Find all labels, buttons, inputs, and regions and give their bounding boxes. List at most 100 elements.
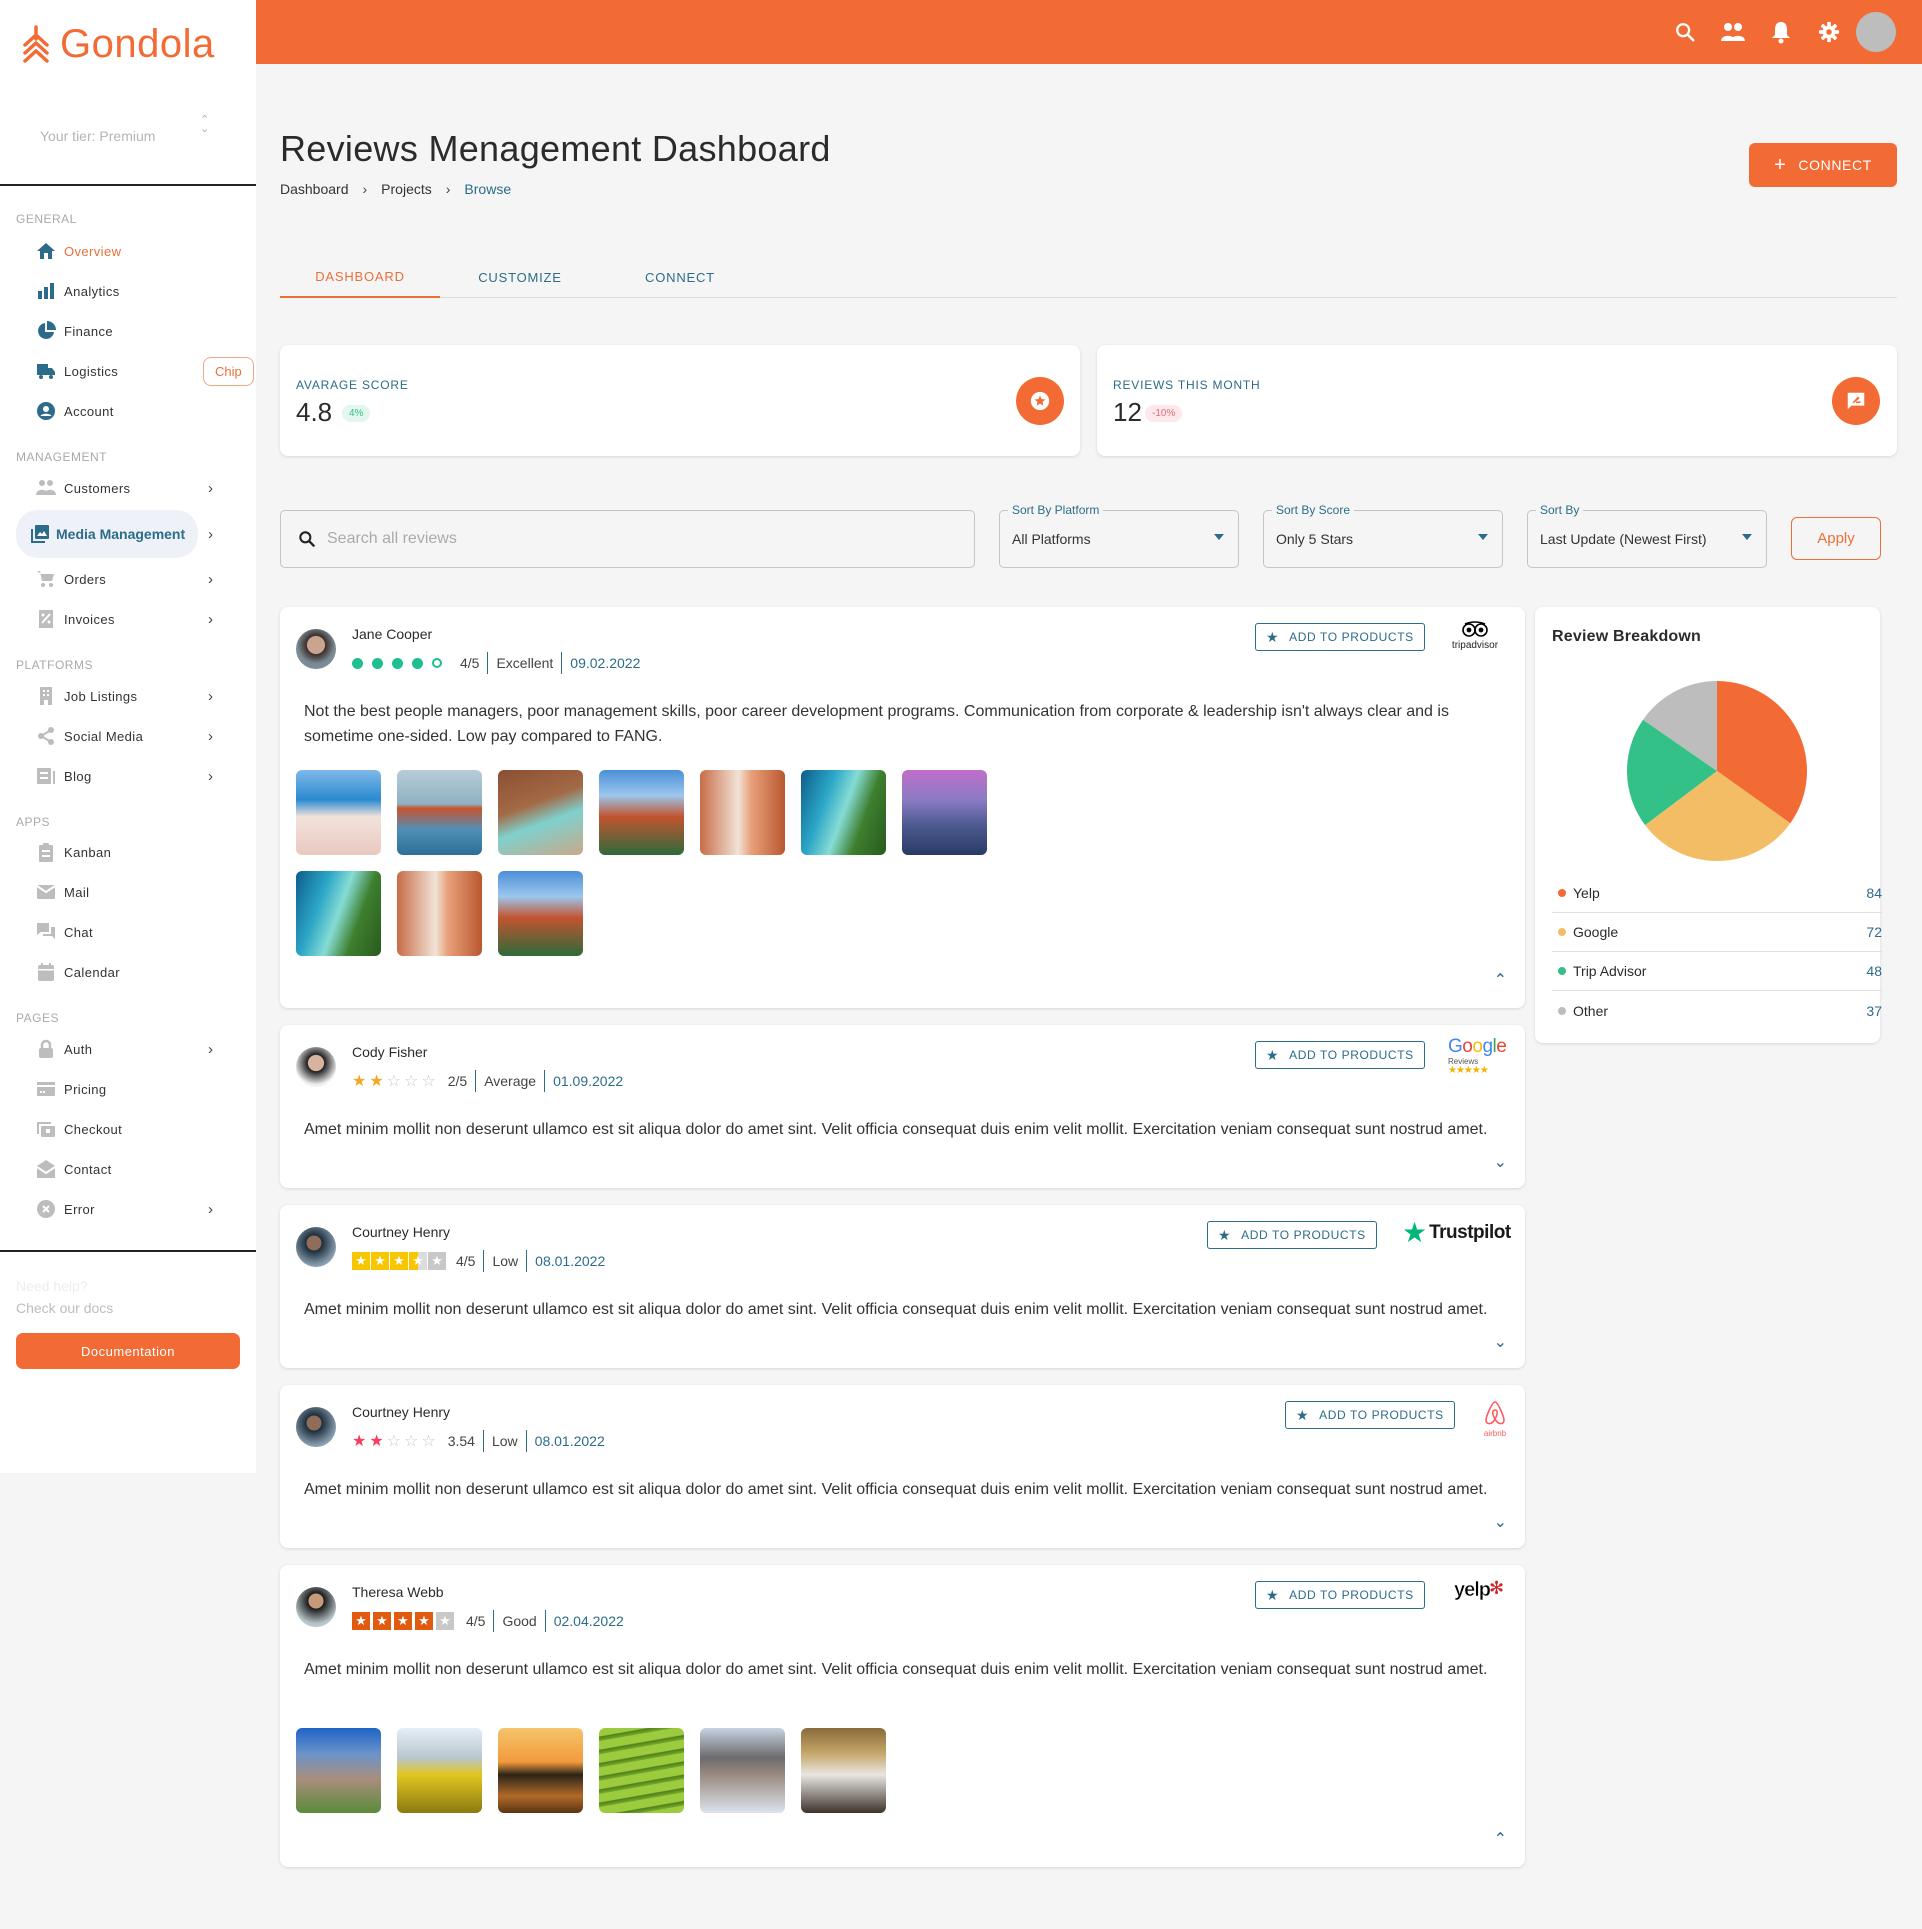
- sidebar-item-chat[interactable]: Chat: [16, 912, 240, 952]
- breakdown-pie-chart: [1627, 681, 1807, 861]
- review-photo-sunset-lake[interactable]: [498, 1728, 583, 1813]
- sidebar-item-label: Mail: [64, 884, 90, 900]
- score-select[interactable]: Sort By Score Only 5 Stars: [1263, 503, 1503, 568]
- add-to-products-button[interactable]: ★ ADD TO PRODUCTS: [1255, 1581, 1425, 1609]
- review-photo-palace-interior[interactable]: [801, 1728, 886, 1813]
- sidebar-item-label: Overview: [64, 243, 122, 259]
- review-photo-santorini[interactable]: [296, 770, 381, 855]
- pie-chart-icon: [36, 321, 56, 341]
- sidebar-item-error[interactable]: Error ›: [16, 1189, 240, 1229]
- breadcrumb-dashboard[interactable]: Dashboard: [280, 181, 349, 197]
- review-photo-blue-mosque[interactable]: [902, 770, 987, 855]
- sidebar-item-mail[interactable]: Mail: [16, 872, 240, 912]
- sidebar-item-overview[interactable]: Overview: [16, 231, 240, 271]
- chevron-down-icon[interactable]: ⌄: [1494, 1152, 1507, 1172]
- breadcrumb-browse[interactable]: Browse: [464, 181, 511, 197]
- reviewer-avatar[interactable]: [296, 1227, 336, 1267]
- documentation-button[interactable]: Documentation: [16, 1333, 240, 1369]
- tier-selector[interactable]: Your tier: Premium: [40, 128, 220, 144]
- sidebar-item-analytics[interactable]: Analytics: [16, 271, 240, 311]
- add-to-products-button[interactable]: ★ ADD TO PRODUCTS: [1255, 623, 1425, 651]
- chevron-right-icon: ›: [208, 687, 213, 705]
- sidebar-item-job-listings[interactable]: Job Listings ›: [16, 676, 240, 716]
- reviewer-avatar[interactable]: [296, 1587, 336, 1627]
- search-icon[interactable]: [1673, 20, 1697, 44]
- bell-icon[interactable]: [1769, 20, 1793, 44]
- review-photo-beach-aerial[interactable]: [296, 871, 381, 956]
- tab-dashboard[interactable]: DASHBOARD: [280, 256, 440, 298]
- sidebar-item-logistics[interactable]: Logistics Chip: [16, 351, 254, 391]
- platform-select[interactable]: Sort By Platform All Platforms: [999, 503, 1239, 568]
- star-filled-icon: ★: [369, 1073, 384, 1090]
- sidebar-item-contact[interactable]: Contact: [16, 1149, 240, 1189]
- sidebar-item-pricing[interactable]: Pricing: [16, 1069, 240, 1109]
- add-to-products-button[interactable]: ★ ADD TO PRODUCTS: [1285, 1401, 1455, 1429]
- sidebar-item-calendar[interactable]: Calendar: [16, 952, 240, 992]
- chevron-down-icon[interactable]: ⌄: [1494, 1332, 1507, 1352]
- sidebar-item-label: Checkout: [64, 1121, 123, 1137]
- add-to-products-button[interactable]: ★ ADD TO PRODUCTS: [1207, 1221, 1377, 1249]
- search-input[interactable]: [327, 530, 927, 548]
- logistics-chip[interactable]: Chip: [203, 357, 254, 386]
- chevron-right-icon: ›: [208, 570, 213, 588]
- review-photo-yellow-flowers[interactable]: [397, 1728, 482, 1813]
- review-photo-st-basils[interactable]: [498, 871, 583, 956]
- sidebar-item-orders[interactable]: Orders ›: [16, 559, 240, 599]
- people-icon[interactable]: [1721, 20, 1745, 44]
- sidebar-item-customers[interactable]: Customers ›: [16, 468, 240, 508]
- photo-library-icon: [30, 524, 50, 544]
- review-photo-hippo[interactable]: [700, 1728, 785, 1813]
- breadcrumb-projects[interactable]: Projects: [381, 181, 432, 197]
- rating-dot-filled-icon: [392, 657, 403, 669]
- breakdown-title: Review Breakdown: [1552, 628, 1702, 645]
- search-field[interactable]: [280, 510, 975, 568]
- reviewer-avatar[interactable]: [296, 1407, 336, 1447]
- stat-value: 12: [1113, 397, 1142, 427]
- section-label-general: GENERAL: [16, 212, 77, 226]
- legend-item-google[interactable]: Google 72: [1552, 913, 1882, 952]
- add-to-products-button[interactable]: ★ ADD TO PRODUCTS: [1255, 1041, 1425, 1069]
- tab-customize[interactable]: CUSTOMIZE: [440, 256, 600, 298]
- reviewer-avatar[interactable]: [296, 629, 336, 669]
- sidebar-item-social-media[interactable]: Social Media ›: [16, 716, 240, 756]
- review-photo-resort-pool[interactable]: [498, 770, 583, 855]
- review-photo-torii-gate[interactable]: [397, 770, 482, 855]
- review-photo-cathedral[interactable]: [296, 1728, 381, 1813]
- airbnb-wordmark: airbnb: [1483, 1429, 1507, 1438]
- legend-item-other[interactable]: Other 37: [1552, 991, 1882, 1030]
- unfold-icon[interactable]: ⌃ ⌄: [200, 115, 209, 135]
- legend-label: Google: [1573, 924, 1619, 940]
- gear-icon[interactable]: [1817, 20, 1841, 44]
- apply-button[interactable]: Apply: [1791, 517, 1881, 560]
- add-to-products-label: ADD TO PRODUCTS: [1289, 1588, 1414, 1602]
- chevron-down-icon[interactable]: ⌄: [1494, 1512, 1507, 1532]
- brand-logo[interactable]: Gondola: [22, 22, 215, 67]
- review-photo-rice-terraces[interactable]: [599, 1728, 684, 1813]
- sidebar-item-kanban[interactable]: Kanban: [16, 832, 240, 872]
- chevron-right-icon: ›: [208, 767, 213, 785]
- sidebar-item-blog[interactable]: Blog ›: [16, 756, 240, 796]
- legend-item-yelp[interactable]: Yelp 84: [1552, 874, 1882, 913]
- connect-button[interactable]: + CONNECT: [1749, 143, 1897, 187]
- sort-select[interactable]: Sort By Last Update (Newest First): [1527, 503, 1767, 568]
- chevron-up-icon[interactable]: ⌃: [1494, 970, 1507, 990]
- chevron-up-icon[interactable]: ⌃: [1494, 1829, 1507, 1849]
- review-photo-corridor[interactable]: [700, 770, 785, 855]
- user-avatar[interactable]: [1856, 12, 1896, 52]
- sidebar-divider: [0, 1250, 256, 1252]
- sidebar-item-invoices[interactable]: Invoices ›: [16, 599, 240, 639]
- sidebar-item-checkout[interactable]: Checkout: [16, 1109, 240, 1149]
- review-photo-st-basils[interactable]: [599, 770, 684, 855]
- legend-item-trip-advisor[interactable]: Trip Advisor 48: [1552, 952, 1882, 991]
- cart-icon: [36, 569, 56, 589]
- sidebar-item-auth[interactable]: Auth ›: [16, 1029, 240, 1069]
- sidebar-item-finance[interactable]: Finance: [16, 311, 240, 351]
- sidebar-item-media-management[interactable]: Media Management ›: [16, 510, 213, 558]
- reviewer-avatar[interactable]: [296, 1047, 336, 1087]
- sidebar-item-account[interactable]: Account: [16, 391, 240, 431]
- review-photo-beach-aerial[interactable]: [801, 770, 886, 855]
- legend-dot-icon: [1558, 967, 1566, 975]
- rating-dot-filled-icon: [352, 657, 363, 669]
- review-photo-corridor[interactable]: [397, 871, 482, 956]
- tab-connect[interactable]: CONNECT: [600, 256, 760, 298]
